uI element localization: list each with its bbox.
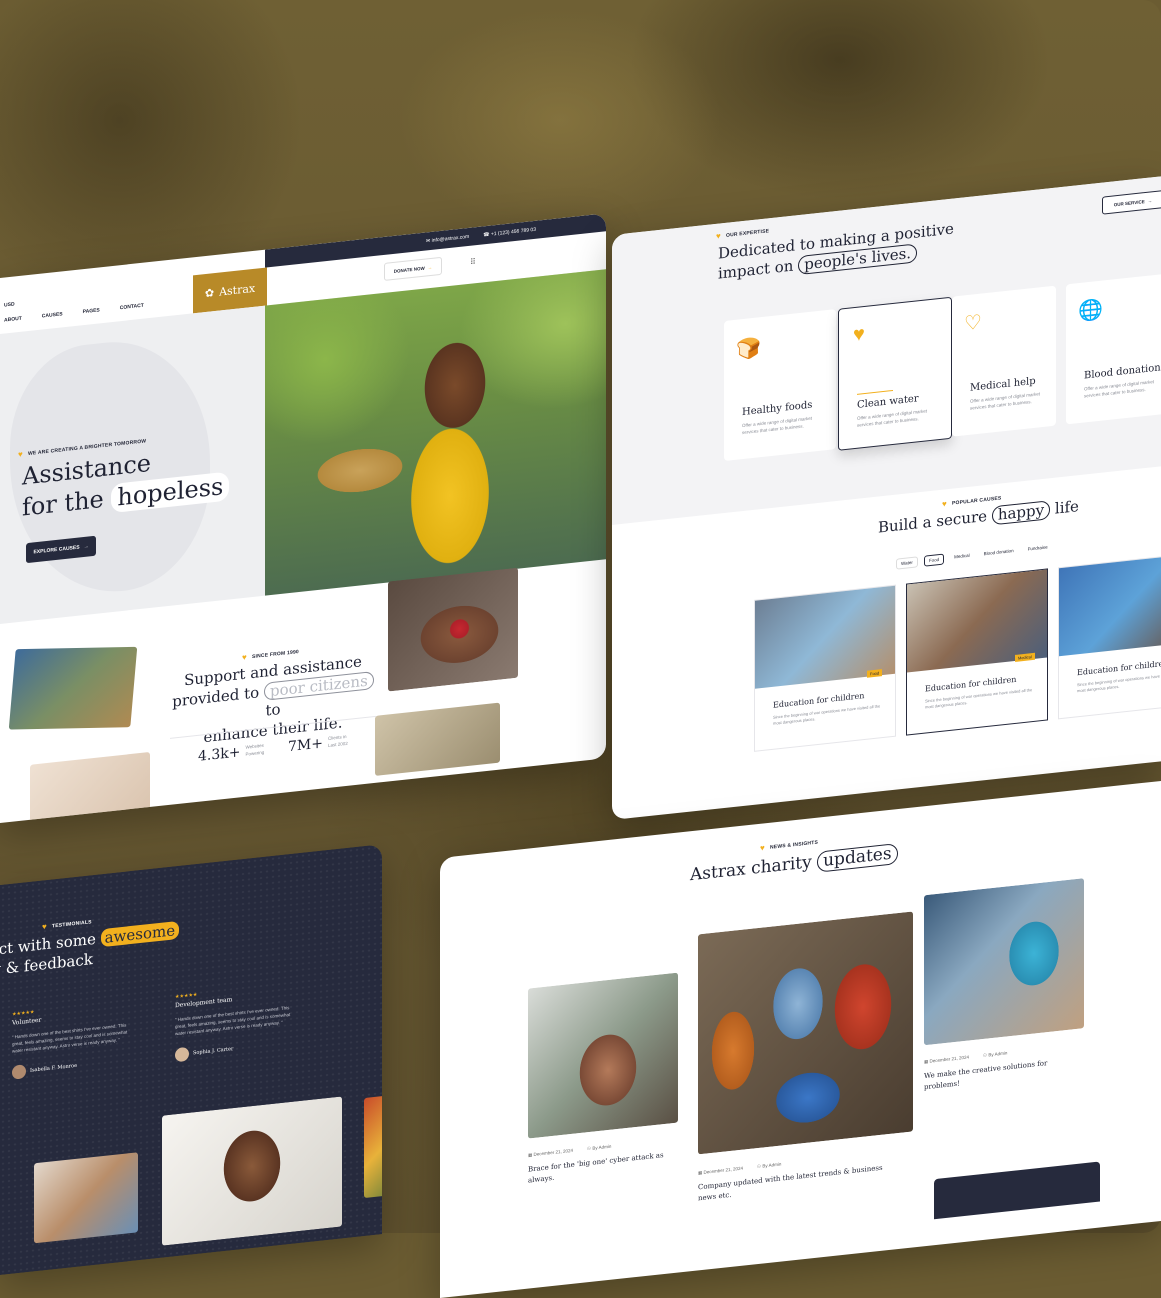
news-post[interactable]: ▦ December 21, 2024 ⚇ By Admin We make t… [924, 878, 1084, 1093]
woman-portrait-photo [162, 1096, 342, 1246]
topbar-email[interactable]: ✉ info@astrax.com [426, 234, 469, 245]
heart-icon: ♥ [760, 843, 765, 853]
review-volunteer: ★★★★★ Volunteer “ Hands down one of the … [12, 999, 132, 1080]
news-photo [528, 972, 678, 1139]
arrow-right-icon: → [427, 264, 433, 270]
card-hero: ✉ info@astrax.com ☎ +1 (123) 456 789 03 … [0, 213, 606, 823]
cause-badge: Food [867, 669, 883, 678]
news-post[interactable]: ▦ December 21, 2024 ⚇ By Admin Company u… [698, 911, 913, 1204]
card-divider [857, 389, 893, 395]
service-card-blood-donation[interactable]: 🌐 Blood donation Offer a wide range of d… [1066, 273, 1161, 425]
volunteers-photo [8, 646, 138, 730]
nav-causes[interactable]: CAUSES [42, 311, 63, 319]
post-date: ▦ December 21, 2024 [528, 1147, 574, 1158]
heart-icon: ♥ [42, 921, 47, 932]
filter-fundraise[interactable]: Fundraise [1024, 542, 1052, 556]
footer-dark-block [934, 1161, 1100, 1220]
filter-food[interactable]: Food [923, 553, 945, 567]
hands-heart-photo [388, 567, 518, 692]
post-date: ▦ December 21, 2024 [924, 1054, 970, 1065]
currency-select[interactable]: USD [4, 301, 15, 308]
news-post[interactable]: ▦ December 21, 2024 ⚇ By Admin Brace for… [528, 972, 678, 1187]
news-title: Astrax charity updates [690, 843, 898, 886]
post-author: ⚇ By Admin [983, 1050, 1008, 1058]
heart-icon: ♥ [242, 652, 247, 663]
filter-medical[interactable]: Medical [950, 550, 974, 564]
hero-photo-girl-receiving-box [265, 269, 606, 596]
arrow-right-icon: → [1147, 197, 1153, 204]
service-card-medical-help[interactable]: ♡ Medical help Offer a wide range of dig… [952, 285, 1056, 437]
food-photo [364, 1093, 382, 1199]
globe-icon: 🌐 [1078, 298, 1103, 324]
card-expertise: ♥ OUR EXPERTISE Dedicated to making a pos… [612, 176, 1161, 820]
hero-left: ♥ WE ARE CREATING A BRIGHTER TOMORROW Ass… [0, 305, 265, 624]
filter-blood-donation[interactable]: Blood donation [980, 546, 1018, 561]
grid-menu-icon[interactable]: ⠿ [470, 257, 476, 267]
post-date: ▦ December 21, 2024 [698, 1165, 744, 1176]
news-photo [924, 878, 1084, 1046]
cause-card[interactable]: Education for children Since the beginni… [1058, 552, 1161, 720]
bread-icon: 🍞 [736, 337, 761, 362]
logo-icon: ✿ [204, 286, 215, 300]
news-tag: ♥ NEWS & INSIGHTS [760, 839, 819, 853]
cause-card[interactable]: Medical Education for children Since the… [906, 568, 1048, 736]
heart-icon: ♥ [942, 499, 947, 509]
avatar [12, 1064, 26, 1080]
plant-heart-icon: ♥ [853, 322, 865, 347]
heart-icon: ♥ [716, 231, 721, 241]
avatar [175, 1046, 189, 1063]
service-card-healthy-foods[interactable]: 🍞 Healthy foods Offer a wide range of di… [724, 309, 836, 462]
news-photo [698, 911, 913, 1155]
cause-photo [1059, 553, 1161, 657]
testimonials-tag: ♥ TESTIMONIALS [42, 919, 92, 932]
filter-water[interactable]: Water [896, 556, 918, 570]
review-development-team: ★★★★★ Development team “ Hands down one … [175, 981, 295, 1063]
volunteers-table-photo [34, 1152, 138, 1244]
field-photo [375, 702, 500, 776]
nav-pages[interactable]: PAGES [83, 307, 100, 315]
post-author: ⚇ By Admin [587, 1143, 612, 1152]
card-news: ♥ NEWS & INSIGHTS Astrax charity updates … [440, 780, 1161, 1298]
cause-filters: Water Food Medical Blood donation Fundra… [896, 542, 1052, 570]
hands-heart-icon: ♡ [964, 311, 982, 336]
card-testimonials: ♥ TESTIMONIALS Connect with some awesome … [0, 844, 382, 1275]
nav-contact[interactable]: CONTACT [120, 303, 144, 312]
cause-badge: Medical [1015, 652, 1035, 662]
service-card-clean-water[interactable]: ♥ Clean water Offer a wide range of digi… [838, 296, 952, 451]
post-author: ⚇ By Admin [757, 1161, 782, 1170]
nav-about[interactable]: ABOUT [4, 316, 22, 324]
cause-card[interactable]: Food Education for children Since the be… [754, 584, 896, 752]
arrow-right-icon: → [83, 543, 89, 551]
topbar-phone[interactable]: ☎ +1 (123) 456 789 03 [483, 227, 536, 239]
donate-button[interactable]: DONATE NOW → [384, 256, 442, 281]
testimonials-title: Connect with some awesome review & feedb… [0, 920, 180, 985]
heart-icon: ♥ [18, 449, 23, 460]
